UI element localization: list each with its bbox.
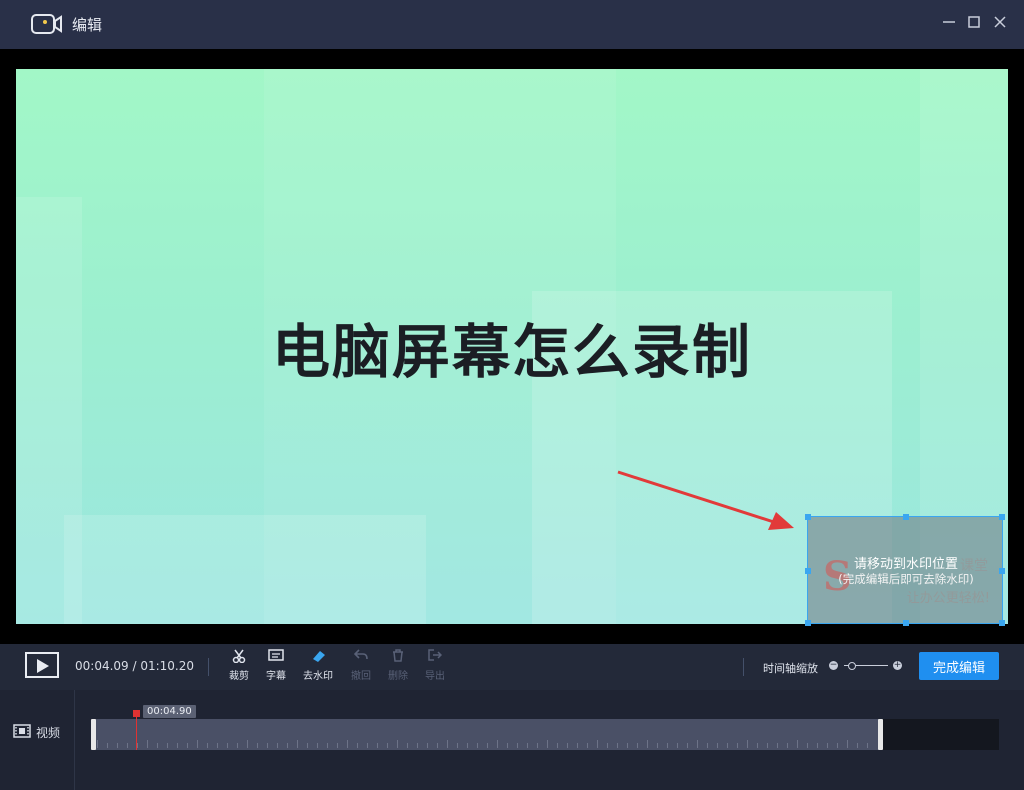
- resize-handle[interactable]: [903, 620, 909, 626]
- title-bar: [0, 0, 1024, 49]
- subtitle-tool-label: 字幕: [266, 671, 286, 682]
- remove-watermark-tool-label: 去水印: [303, 671, 333, 682]
- resize-handle[interactable]: [999, 620, 1005, 626]
- divider: [743, 658, 744, 676]
- time-display: 00:04.09 / 01:10.20: [75, 659, 195, 673]
- close-button[interactable]: [989, 12, 1011, 34]
- remove-watermark-tool-button[interactable]: 去水印: [301, 649, 335, 682]
- export-tool-button[interactable]: 导出: [418, 649, 452, 682]
- playhead-time-label: 00:04.90: [143, 705, 196, 718]
- subtitle-icon: [268, 649, 284, 661]
- finish-edit-button[interactable]: 完成编辑: [919, 652, 999, 680]
- eraser-icon: [313, 651, 325, 662]
- edit-toolbar: 00:04.09 / 01:10.20 裁剪 字幕 去水印 撤回 删除 导出 时…: [0, 644, 1024, 691]
- watermark-hint: 请移动到水印位置: [853, 557, 958, 572]
- zoom-slider-thumb[interactable]: [847, 662, 856, 670]
- delete-tool-button[interactable]: 删除: [381, 649, 415, 682]
- clip-start-handle[interactable]: [91, 719, 96, 750]
- resize-handle[interactable]: [805, 620, 811, 626]
- undo-tool-label: 撤回: [351, 671, 371, 682]
- video-track-label: 视频: [36, 726, 61, 740]
- resize-handle[interactable]: [805, 514, 811, 520]
- resize-handle[interactable]: [999, 568, 1005, 574]
- watermark-selection-box[interactable]: S 课堂 让办公更轻松! 请移动到水印位置 (完成编辑后即可去除水印): [805, 514, 1005, 626]
- timeline-zoom-label: 时间轴缩放: [763, 662, 818, 675]
- zoom-in-button[interactable]: +: [893, 661, 902, 670]
- playhead-knob[interactable]: [133, 710, 140, 717]
- cut-tool-button[interactable]: 裁剪: [222, 649, 256, 682]
- watermark-hint-note: (完成编辑后即可去除水印): [838, 572, 974, 586]
- resize-handle[interactable]: [805, 568, 811, 574]
- close-icon: [994, 16, 1006, 28]
- play-button[interactable]: [25, 652, 59, 678]
- background-panel: [64, 515, 426, 624]
- video-camera-icon: [31, 14, 62, 34]
- window-title: 编辑: [72, 16, 103, 34]
- zoom-out-button[interactable]: −: [829, 661, 838, 670]
- resize-handle[interactable]: [999, 514, 1005, 520]
- minimize-icon: [943, 21, 955, 23]
- scissors-icon: [232, 649, 246, 664]
- trash-icon: [393, 649, 403, 662]
- export-tool-label: 导出: [425, 671, 445, 682]
- resize-handle[interactable]: [903, 514, 909, 520]
- undo-tool-button[interactable]: 撤回: [344, 649, 378, 682]
- timeline-ticks: [97, 740, 868, 748]
- timeline-empty-region: [882, 719, 999, 750]
- minimize-button[interactable]: [938, 12, 960, 34]
- play-icon: [37, 659, 49, 673]
- subtitle-tool-button[interactable]: 字幕: [259, 649, 293, 682]
- delete-tool-label: 删除: [388, 671, 408, 682]
- divider: [208, 658, 209, 676]
- film-icon: [13, 724, 31, 738]
- cut-tool-label: 裁剪: [229, 671, 249, 682]
- undo-icon: [353, 649, 368, 660]
- clip-end-handle[interactable]: [878, 719, 883, 750]
- watermark-brand-slogan: 让办公更轻松!: [906, 591, 990, 606]
- video-title-text: 电脑屏幕怎么录制: [271, 318, 752, 386]
- arrow-icon: [617, 470, 794, 530]
- playhead-line[interactable]: [136, 714, 137, 750]
- maximize-button[interactable]: [963, 12, 985, 34]
- maximize-icon: [968, 16, 980, 28]
- export-icon: [428, 649, 443, 661]
